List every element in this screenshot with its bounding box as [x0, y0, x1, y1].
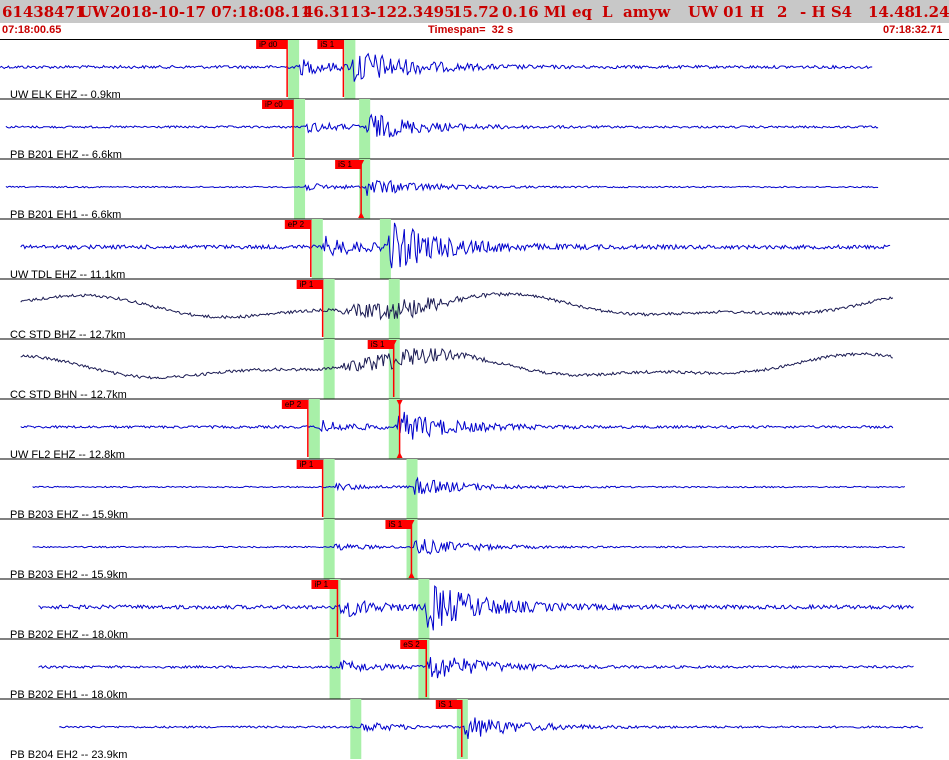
analyst: amyw	[623, 3, 671, 21]
pick-label: eP 2	[288, 220, 305, 229]
pick-window	[418, 579, 430, 639]
pick-label: iS 1	[388, 520, 402, 529]
trace-row[interactable]: iS 1 PB B204 EH2 -- 23.9km	[10, 699, 924, 760]
pick-window	[311, 219, 323, 279]
pick-window	[388, 399, 400, 459]
waveform	[20, 222, 891, 269]
time-bar: 07:18:00.65 Timespan= 32 s 07:18:32.71	[0, 23, 949, 39]
event-id: 61438471	[2, 3, 86, 21]
pick-label: iP 1	[314, 580, 328, 589]
trace-row[interactable]: eS 2PB B202 EH1 -- 18.0km	[0, 639, 949, 701]
pick-label: iP c0	[265, 100, 283, 109]
value2: 1.24	[913, 3, 949, 21]
longitude: -122.3495	[370, 3, 455, 21]
timespan: Timespan= 32 s	[428, 24, 514, 36]
pick-label: iS 1	[439, 700, 453, 709]
trace-row[interactable]: iP 1CC STD BHZ -- 12.7km	[0, 279, 949, 341]
trace-row[interactable]: iP 1PB B202 EHZ -- 18.0km	[0, 579, 949, 641]
pick-label: eS 2	[403, 640, 420, 649]
pick-label: iS 1	[338, 160, 352, 169]
pick-window	[288, 39, 300, 99]
location-flag: L	[602, 3, 613, 21]
pick-label: iP 1	[300, 460, 314, 469]
pick-window	[308, 399, 320, 459]
pick-window	[323, 459, 335, 519]
origin-datetime: 2018-10-17 07:18:08.11	[110, 3, 311, 21]
net-code: UW 01	[688, 3, 745, 21]
waveform	[20, 411, 894, 440]
event-header: 61438471 UW 2018-10-17 07:18:08.11 46.31…	[0, 0, 949, 23]
seismogram-panel[interactable]: iP d0 iS 1UW ELK EHZ -- 0.9kmiP c0PB B201…	[0, 39, 949, 760]
trace-row[interactable]: iP d0 iS 1UW ELK EHZ -- 0.9km	[0, 39, 949, 101]
station-label: PB B204 EH2 -- 23.9km	[10, 749, 127, 760]
value1: 14.48	[868, 3, 915, 21]
quality: H	[750, 3, 765, 21]
trace-row[interactable]: iS 1PB B201 EH1 -- 6.6km	[0, 159, 949, 221]
pick-window	[323, 519, 335, 579]
pick-label: eP 2	[285, 400, 302, 409]
end-time: 07:18:32.71	[883, 24, 943, 36]
trace-row[interactable]: iP 1PB B203 EHZ -- 15.9km	[0, 459, 949, 521]
pick-label: iP 1	[300, 280, 314, 289]
network-code: UW	[79, 3, 109, 21]
magnitude: 0.16 Ml	[502, 3, 567, 21]
count: 2	[777, 3, 788, 21]
waveform	[5, 179, 879, 196]
pick-window	[294, 99, 306, 159]
pick-label: iS 1	[320, 40, 334, 49]
event-type: eq	[572, 3, 593, 21]
waveform	[59, 717, 924, 739]
trace-row[interactable]: iS 1CC STD BHN -- 12.7km	[0, 339, 949, 401]
pick-window	[294, 159, 306, 219]
latitude: 46.3113	[303, 3, 371, 21]
waveform	[38, 585, 914, 631]
waveform	[0, 52, 873, 82]
trace-row[interactable]: iS 1PB B203 EH2 -- 15.9km	[0, 519, 949, 581]
waveform	[20, 291, 894, 321]
trace-row[interactable]: eP 2UW FL2 EHZ -- 12.8km	[0, 399, 949, 461]
waveform	[20, 348, 893, 380]
pick-label: iS 1	[371, 340, 385, 349]
waveform	[32, 476, 905, 495]
waveform	[5, 113, 879, 138]
trace-row[interactable]: iP c0PB B201 EHZ -- 6.6km	[0, 99, 949, 161]
pick-window	[350, 699, 362, 759]
depth: 15.72	[452, 3, 499, 21]
waveform	[32, 538, 906, 555]
extra-field: - H S4	[800, 3, 853, 21]
pick-label: iP d0	[259, 40, 278, 49]
trace-row[interactable]: eP 2UW TDL EHZ -- 11.1km	[0, 219, 949, 281]
waveform	[38, 657, 914, 679]
start-time: 07:18:00.65	[2, 24, 62, 36]
pick-window	[329, 639, 341, 699]
